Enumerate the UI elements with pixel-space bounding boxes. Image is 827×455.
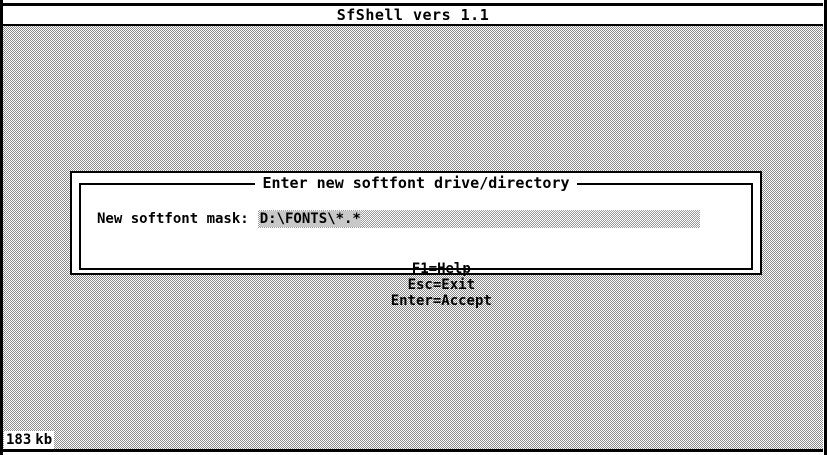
softfont-directory-dialog: Enter new softfont drive/directory New s… xyxy=(70,171,762,309)
help-key-hint[interactable]: F1=Help xyxy=(412,261,471,277)
softfont-mask-input[interactable]: D:\FONTS\*.* xyxy=(257,210,700,228)
dialog-title-text: Enter new softfont drive/directory xyxy=(255,174,577,192)
title-bar: SfShell vers 1.1 xyxy=(3,6,823,26)
exit-key-hint[interactable]: Esc=Exit xyxy=(408,277,475,293)
app-title: SfShell vers 1.1 xyxy=(336,6,490,24)
mask-label: New softfont mask: xyxy=(97,211,249,227)
dos-screen: SfShell vers 1.1 Enter new softfont driv… xyxy=(3,3,823,452)
memory-unit: kb xyxy=(35,431,53,449)
accept-key-hint[interactable]: Enter=Accept xyxy=(391,293,492,309)
memory-value: 183 xyxy=(6,431,32,449)
mask-row: New softfont mask: D:\FONTS\*.* xyxy=(97,210,700,228)
memory-status: 183 kb xyxy=(4,431,55,449)
softfont-mask-value: D:\FONTS\*.* xyxy=(259,211,361,227)
dialog-title: Enter new softfont drive/directory xyxy=(72,174,760,192)
key-hints: F1=Help Esc=Exit Enter=Accept xyxy=(72,245,760,325)
